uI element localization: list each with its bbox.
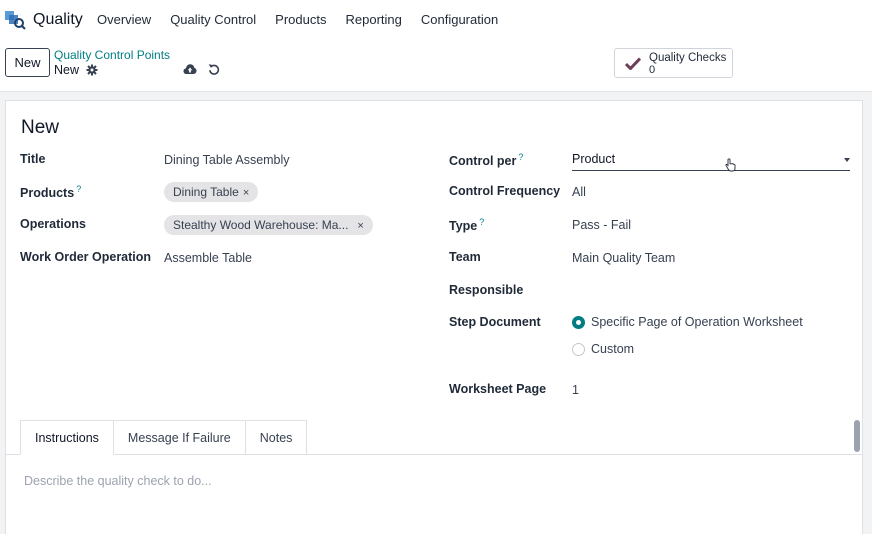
work-order-operation-field[interactable]: Assemble Table	[164, 251, 252, 265]
scrollbar-thumb[interactable]	[854, 420, 860, 452]
team-label: Team	[449, 250, 481, 264]
radio-custom-label[interactable]: Custom	[591, 342, 634, 356]
products-help-icon[interactable]: ?	[76, 184, 81, 194]
app-name[interactable]: Quality	[33, 11, 83, 29]
control-per-select[interactable]: Product	[572, 151, 850, 171]
quality-app-icon[interactable]	[4, 10, 26, 30]
type-label: Type?	[449, 217, 484, 233]
type-field[interactable]: Pass - Fail	[572, 218, 631, 232]
operations-label: Operations	[20, 217, 86, 231]
smart-button-count: 0	[649, 64, 656, 76]
radio-specific-page-label[interactable]: Specific Page of Operation Worksheet	[591, 315, 803, 329]
products-label-text: Products	[20, 186, 75, 201]
smart-button-label: Quality Checks	[649, 52, 727, 64]
menu-overview[interactable]: Overview	[97, 12, 151, 27]
menu-reporting[interactable]: Reporting	[345, 12, 401, 27]
responsible-label: Responsible	[449, 283, 524, 297]
breadcrumb-current: New	[54, 63, 80, 77]
responsible-field[interactable]	[572, 284, 842, 300]
title-field[interactable]: Dining Table Assembly	[164, 153, 290, 167]
product-tag: Dining Table ×	[164, 182, 259, 202]
tab-message-if-failure[interactable]: Message If Failure	[112, 420, 246, 455]
remove-tag-icon[interactable]: ×	[243, 187, 249, 199]
control-frequency-field[interactable]: All	[572, 185, 586, 199]
type-label-text: Type	[449, 219, 478, 234]
breadcrumb-parent[interactable]: Quality Control Points	[54, 48, 170, 62]
quality-checks-button[interactable]: Quality Checks 0	[614, 48, 733, 78]
tab-divider	[6, 454, 862, 455]
control-frequency-label: Control Frequency	[449, 184, 561, 198]
work-order-operation-label: Work Order Operation	[20, 250, 152, 264]
control-per-label: Control per?	[449, 152, 523, 168]
menu-configuration[interactable]: Configuration	[421, 12, 498, 27]
team-field[interactable]: Main Quality Team	[572, 251, 675, 265]
record-title: New	[21, 117, 60, 138]
step-document-label: Step Document	[449, 315, 541, 329]
tab-instructions[interactable]: Instructions	[20, 420, 114, 455]
operation-tag-label: Stealthy Wood Warehouse: Ma...	[173, 218, 349, 232]
control-per-help-icon[interactable]: ?	[518, 152, 523, 162]
radio-custom[interactable]	[572, 343, 585, 356]
cloud-upload-icon[interactable]	[183, 63, 197, 75]
operation-tag: Stealthy Wood Warehouse: Ma... ×	[164, 215, 373, 235]
worksheet-page-label: Worksheet Page	[449, 382, 547, 396]
control-per-label-text: Control per	[449, 154, 517, 169]
top-navbar: Quality Overview Quality Control Product…	[0, 0, 872, 42]
main-menu: Overview Quality Control Products Report…	[97, 12, 517, 27]
worksheet-page-field[interactable]: 1	[572, 383, 579, 397]
tab-notes[interactable]: Notes	[244, 420, 308, 455]
control-per-value: Product	[572, 152, 616, 166]
products-label: Products?	[20, 184, 81, 200]
gear-icon[interactable]	[86, 64, 98, 76]
product-tag-label: Dining Table	[173, 185, 239, 199]
new-button[interactable]: New	[5, 48, 50, 77]
menu-quality-control[interactable]: Quality Control	[170, 12, 256, 27]
hand-cursor-icon	[725, 158, 736, 172]
radio-specific-page[interactable]	[572, 316, 585, 329]
menu-products[interactable]: Products	[275, 12, 326, 27]
discard-icon[interactable]	[208, 63, 220, 75]
title-label: Title	[20, 152, 46, 166]
notebook-tabs: Instructions Message If Failure Notes	[20, 420, 308, 455]
type-help-icon[interactable]: ?	[479, 217, 484, 227]
check-icon	[625, 57, 641, 70]
caret-down-icon[interactable]	[844, 158, 850, 162]
remove-tag-icon[interactable]: ×	[357, 220, 363, 232]
instructions-editor[interactable]: Describe the quality check to do...	[24, 474, 212, 488]
form-sheet: New Title Dining Table Assembly Products…	[5, 100, 863, 534]
control-panel: New Quality Control Points New Quality C…	[0, 42, 872, 92]
